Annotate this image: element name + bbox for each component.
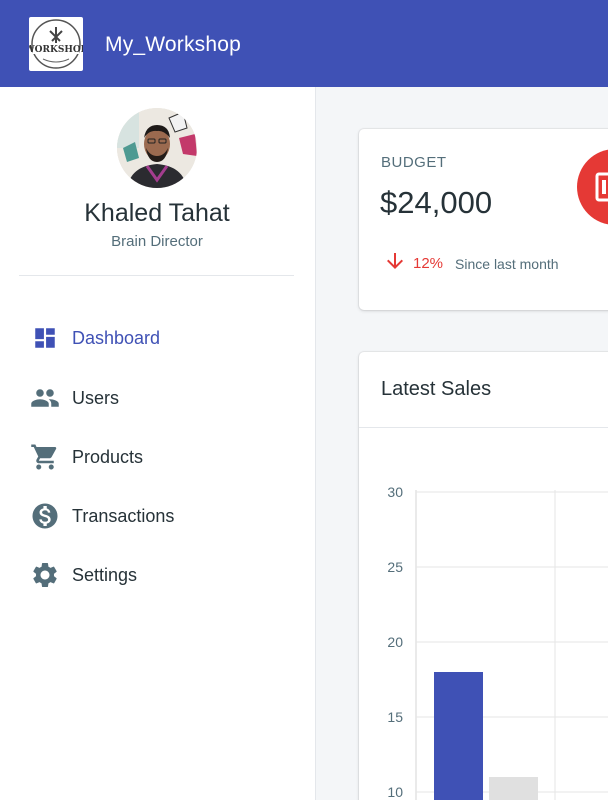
user-name: Khaled Tahat bbox=[84, 199, 230, 227]
app-bar: WORKSHOP My_Workshop bbox=[0, 0, 608, 87]
sidebar-item-label: Users bbox=[72, 387, 120, 408]
sidebar-item-label: Settings bbox=[72, 564, 138, 585]
sidebar-item-users[interactable]: Users bbox=[30, 383, 119, 413]
sidebar-item-label: Dashboard bbox=[72, 327, 161, 348]
arrow-down-icon bbox=[383, 249, 407, 278]
budget-change: 12% bbox=[413, 255, 444, 272]
budget-trend: 12% Since last month bbox=[383, 249, 559, 278]
sidebar-item-label: Transactions bbox=[72, 505, 175, 526]
workshop-logo[interactable]: WORKSHOP bbox=[29, 17, 83, 71]
sales-bar bbox=[489, 777, 538, 800]
budget-change-caption: Since last month bbox=[455, 255, 559, 272]
app-title[interactable]: My_Workshop bbox=[105, 33, 241, 57]
sidebar: Khaled Tahat Brain Director Dashboard Us… bbox=[0, 87, 316, 800]
budget-card: BUDGET $24,000 12% Since last month bbox=[359, 129, 608, 310]
user-avatar[interactable] bbox=[117, 108, 197, 188]
svg-text:WORKSHOP: WORKSHOP bbox=[29, 45, 83, 55]
latest-sales-card: Latest Sales 10 15 20 25 30 bbox=[359, 352, 608, 800]
sidebar-divider bbox=[19, 275, 294, 276]
budget-label: BUDGET bbox=[381, 154, 447, 171]
sales-bar bbox=[434, 672, 483, 800]
avatar-photo bbox=[117, 108, 197, 188]
money-icon bbox=[577, 149, 608, 225]
y-tick-label: 30 bbox=[387, 484, 403, 500]
sales-chart: 10 15 20 25 30 bbox=[387, 484, 608, 800]
sidebar-item-settings[interactable]: Settings bbox=[30, 560, 137, 590]
gear-icon bbox=[30, 560, 60, 590]
cart-icon bbox=[30, 442, 60, 472]
sidebar-item-products[interactable]: Products bbox=[30, 442, 143, 472]
y-tick-label: 10 bbox=[387, 784, 403, 800]
sidebar-item-label: Products bbox=[72, 446, 144, 467]
sidebar-item-transactions[interactable]: Transactions bbox=[30, 501, 174, 531]
dollar-icon bbox=[30, 501, 60, 531]
users-icon bbox=[30, 383, 60, 413]
user-role: Brain Director bbox=[111, 233, 203, 250]
dashboard-icon bbox=[30, 323, 60, 353]
y-tick-label: 25 bbox=[387, 559, 403, 575]
sidebar-item-dashboard[interactable]: Dashboard bbox=[30, 323, 160, 353]
y-tick-label: 15 bbox=[387, 709, 403, 725]
logo-graphic: WORKSHOP bbox=[29, 19, 83, 69]
y-tick-label: 20 bbox=[387, 634, 403, 650]
budget-value: $24,000 bbox=[380, 185, 493, 220]
